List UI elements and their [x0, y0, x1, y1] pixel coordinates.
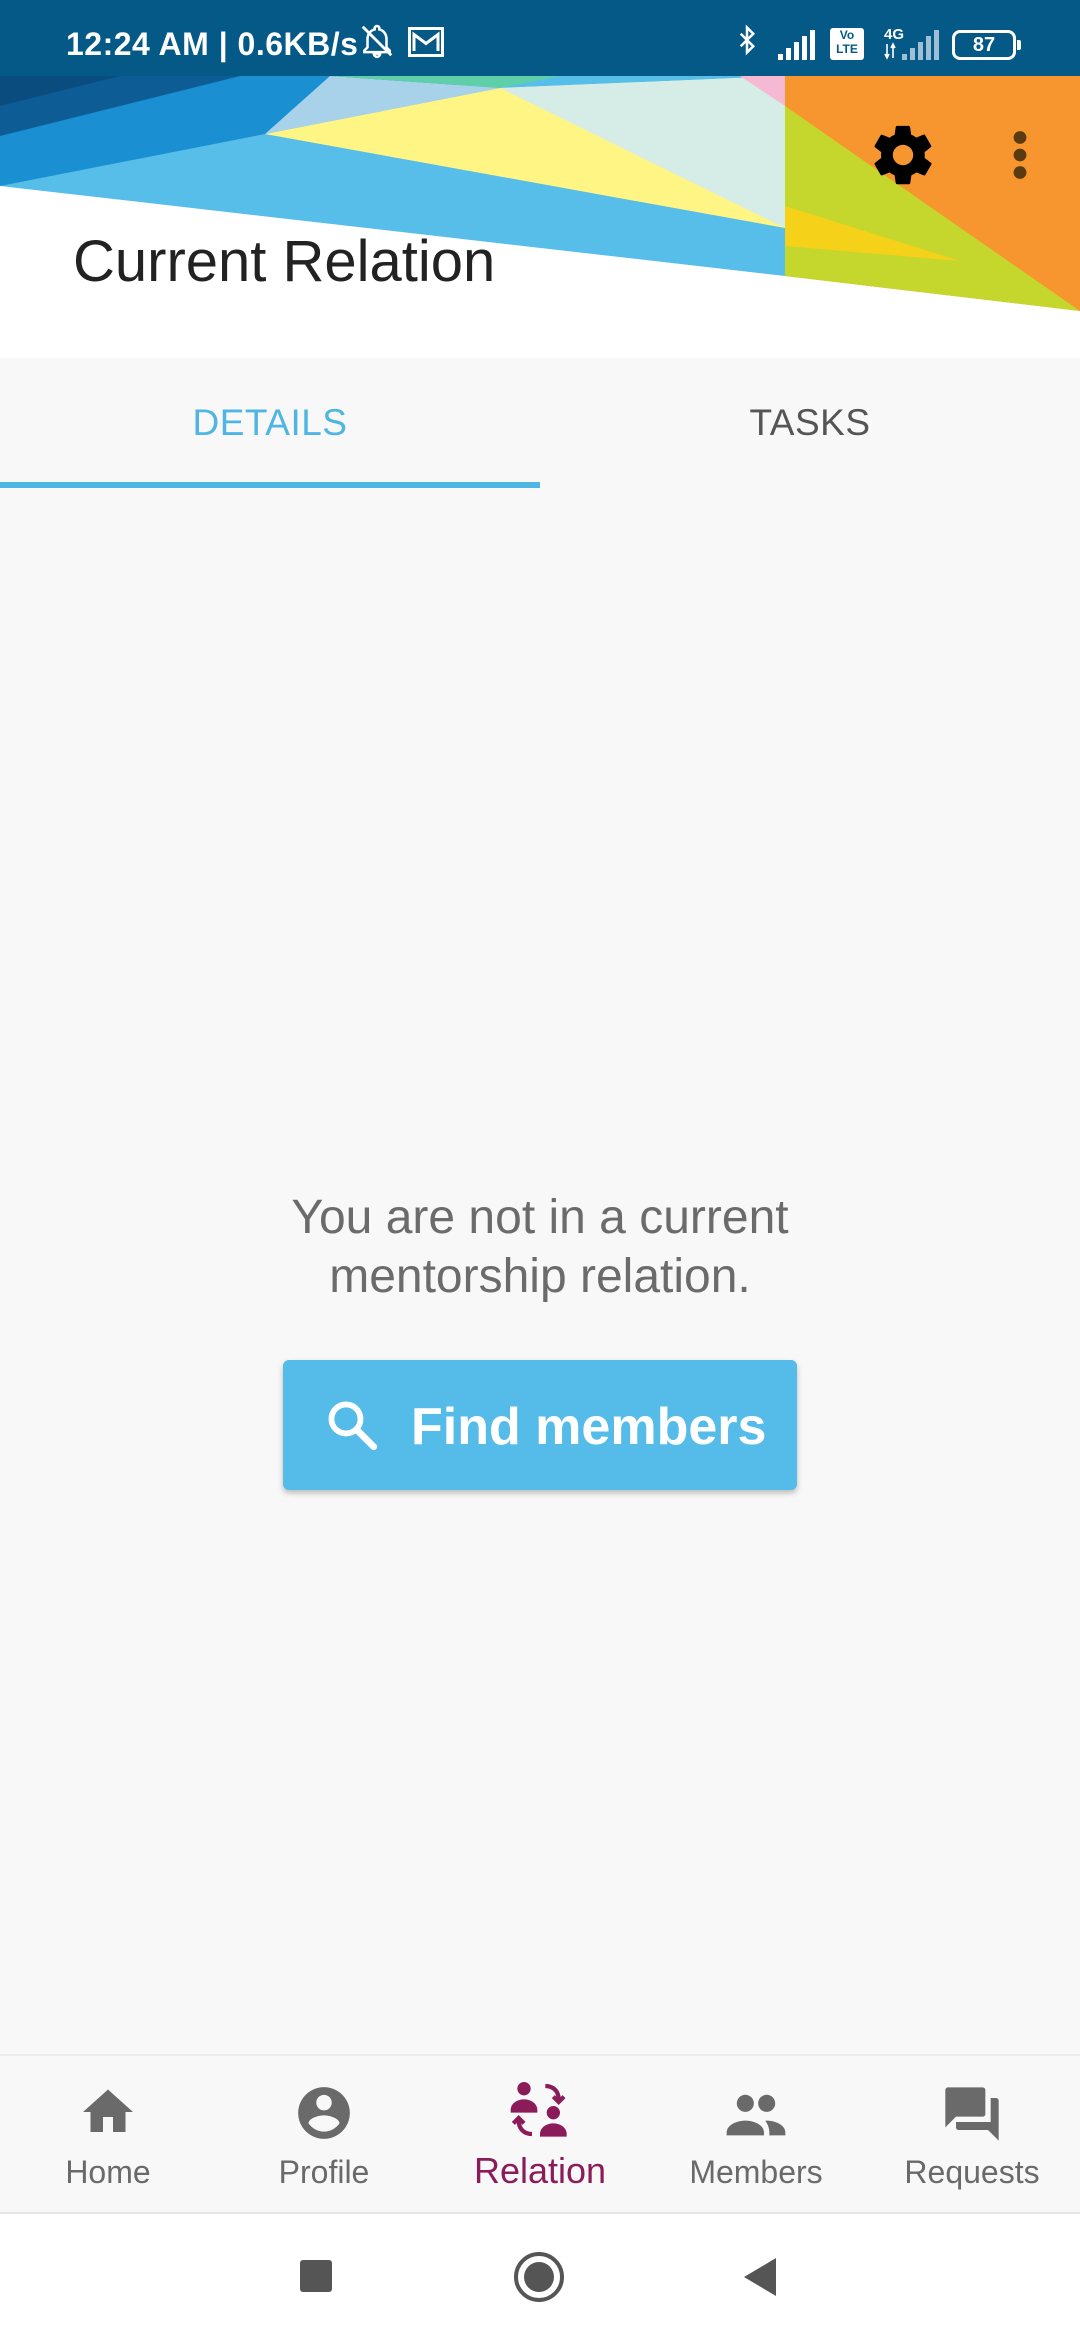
nav-label-members: Members	[689, 2154, 823, 2190]
nav-item-members[interactable]: Members	[648, 2056, 864, 2212]
bottom-navigation: Home Profile Relation Members Requests	[0, 2054, 1080, 2212]
home-button[interactable]	[512, 2250, 566, 2304]
battery-level: 87	[972, 34, 996, 56]
more-options-button[interactable]	[1000, 120, 1040, 190]
nav-item-home[interactable]: Home	[0, 2056, 216, 2212]
tab-indicator	[0, 482, 540, 488]
nav-label-home: Home	[65, 2154, 151, 2190]
recents-button[interactable]	[300, 2260, 332, 2292]
nav-label-requests: Requests	[904, 2154, 1040, 2190]
empty-state-message: You are not in a current mentorship rela…	[190, 1188, 890, 1306]
search-icon	[328, 1401, 378, 1451]
gear-icon	[874, 125, 932, 185]
signal-icon	[778, 30, 815, 60]
app-header: Current Relation	[0, 76, 1080, 358]
volte-icon: Vo LTE	[830, 28, 864, 60]
volte-label: Vo LTE	[836, 28, 858, 56]
status-time: 12:24 AM | 0.6KB/s	[66, 26, 359, 62]
relation-icon	[510, 2082, 567, 2137]
people-icon	[726, 2094, 786, 2136]
back-button[interactable]	[740, 2256, 780, 2298]
find-members-button[interactable]: Find members	[283, 1360, 797, 1490]
tab-bar: DETAILS TASKS	[0, 358, 1080, 488]
more-vert-icon	[1013, 131, 1027, 179]
nav-label-profile: Profile	[278, 2154, 370, 2190]
nav-item-profile[interactable]: Profile	[216, 2056, 432, 2212]
battery-icon: 87	[952, 30, 1016, 60]
nav-item-requests[interactable]: Requests	[864, 2056, 1080, 2212]
battery-tip	[1017, 40, 1021, 50]
signal-4g-icon	[884, 30, 939, 60]
find-members-label: Find members	[411, 1398, 767, 1456]
nav-label-relation: Relation	[473, 2150, 607, 2191]
settings-button[interactable]	[868, 120, 938, 190]
empty-state-line-2: mentorship relation.	[329, 1250, 751, 1303]
empty-state-line-1: You are not in a current	[291, 1191, 789, 1244]
page-title: Current Relation	[73, 229, 496, 294]
status-bar: 12:24 AM | 0.6KB/s Vo LTE 4G 87	[0, 0, 1080, 76]
tab-tasks[interactable]: TASKS	[540, 358, 1080, 488]
nav-item-relation[interactable]: Relation	[432, 2056, 648, 2212]
home-icon	[83, 2089, 133, 2132]
forum-icon	[945, 2087, 999, 2141]
bluetooth-icon	[739, 24, 756, 56]
header-banner-graphic	[0, 76, 1080, 311]
mute-icon	[361, 24, 393, 59]
mail-icon	[408, 27, 444, 57]
system-navigation-bar	[0, 2212, 1080, 2342]
tab-details[interactable]: DETAILS	[0, 358, 540, 488]
account-circle-icon	[298, 2087, 350, 2139]
